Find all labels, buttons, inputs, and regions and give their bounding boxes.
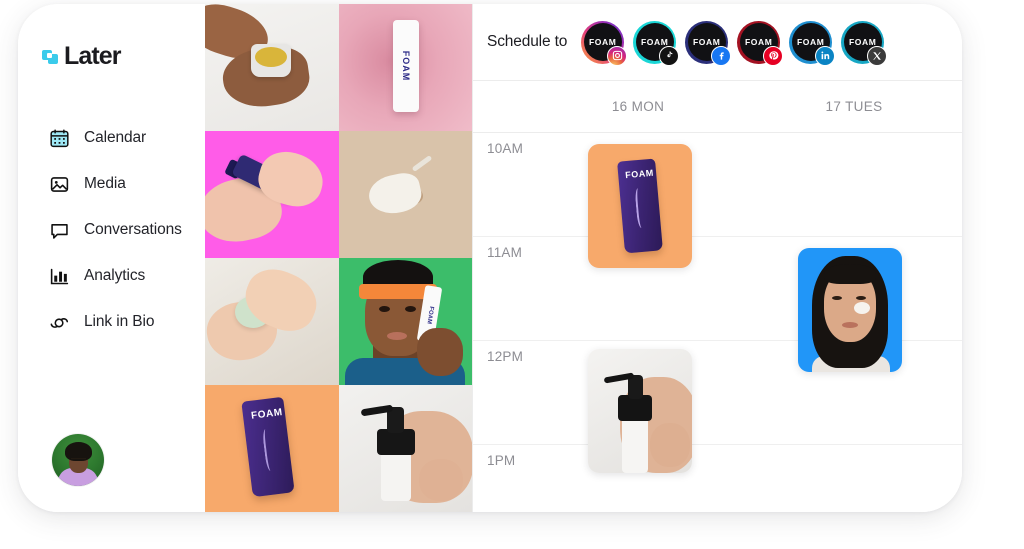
time-label: 12PM	[487, 349, 524, 364]
time-gutter-spacer	[473, 81, 530, 132]
media-tile[interactable]	[205, 4, 339, 131]
slot-cell-mon-10am[interactable]: FOAM	[530, 133, 746, 268]
account-tiktok[interactable]: FOAM	[633, 20, 680, 66]
account-name: FOAM	[641, 37, 669, 47]
schedule-to-label: Schedule to	[487, 33, 568, 50]
account-name: FOAM	[797, 37, 825, 47]
sidebar-nav: Calendar Media Conversations Analytics L…	[18, 115, 205, 345]
product-label: FOAM	[250, 406, 284, 422]
time-slot-row: 10AM FOAM	[473, 133, 962, 268]
account-linkedin[interactable]: FOAM	[789, 20, 836, 66]
sidebar-item-label: Analytics	[84, 267, 146, 284]
calendar-icon	[48, 127, 70, 149]
sidebar-item-label: Link in Bio	[84, 313, 155, 330]
sidebar-item-label: Media	[84, 175, 126, 192]
calendar-slots: 10AM FOAM 11AM 12PM 1PM	[473, 133, 962, 512]
media-tile[interactable]	[205, 131, 339, 258]
sidebar-item-link-in-bio[interactable]: Link in Bio	[18, 299, 205, 345]
sidebar-item-analytics[interactable]: Analytics	[18, 253, 205, 299]
time-label: 1PM	[487, 453, 516, 468]
media-tile[interactable]: FOAM	[338, 4, 472, 131]
slot-cell-tues-11am[interactable]	[746, 237, 962, 372]
account-facebook[interactable]: FOAM	[685, 20, 732, 66]
slot-cell-tues-12pm[interactable]	[746, 341, 962, 444]
linkedin-icon	[815, 45, 836, 66]
pinterest-icon	[763, 45, 784, 66]
calendar-panel: Schedule to FOAM FOAM FOAM FOAM FOAM FOA…	[472, 4, 962, 512]
account-name: FOAM	[745, 37, 773, 47]
avatar[interactable]	[52, 434, 104, 486]
account-pinterest[interactable]: FOAM	[737, 20, 784, 66]
slot-cell-mon-1pm[interactable]	[530, 445, 746, 512]
slot-cell-tues-1pm[interactable]	[746, 445, 962, 512]
account-name: FOAM	[693, 37, 721, 47]
media-tile[interactable]: FOAM	[338, 258, 472, 385]
day-header-mon[interactable]: 16 MON	[530, 81, 746, 132]
image-icon	[48, 173, 70, 195]
sidebar: Later Calendar Media Conversations Analy…	[18, 4, 205, 512]
sidebar-item-calendar[interactable]: Calendar	[18, 115, 205, 161]
sidebar-item-conversations[interactable]: Conversations	[18, 207, 205, 253]
sidebar-item-label: Conversations	[84, 221, 182, 238]
slot-cell-mon-12pm[interactable]	[530, 341, 746, 473]
tiktok-icon	[659, 45, 680, 66]
x-twitter-icon	[867, 45, 888, 66]
slot-cell-mon-11am[interactable]	[530, 237, 746, 340]
app-window: Later Calendar Media Conversations Analy…	[18, 4, 962, 512]
media-tile[interactable]: FOAM	[205, 385, 339, 512]
account-selector: FOAM FOAM FOAM FOAM FOAM FOAM	[581, 20, 888, 66]
product-label: FOAM	[400, 50, 411, 82]
link-icon	[48, 311, 70, 333]
time-slot-row: 11AM	[473, 237, 962, 372]
account-name: FOAM	[589, 37, 617, 47]
product-label: FOAM	[424, 305, 434, 325]
sidebar-item-label: Calendar	[84, 129, 147, 146]
schedule-to-bar: Schedule to FOAM FOAM FOAM FOAM FOAM FOA…	[473, 4, 962, 81]
media-tile[interactable]	[338, 385, 472, 512]
sidebar-item-media[interactable]: Media	[18, 161, 205, 207]
app-logo[interactable]: Later	[42, 42, 205, 71]
day-label: 17 TUES	[825, 99, 883, 114]
account-instagram[interactable]: FOAM	[581, 20, 628, 66]
media-grid: FOAM FOAM FOAM	[205, 4, 472, 512]
time-slot-row: 12PM	[473, 341, 962, 473]
media-tile[interactable]	[338, 131, 472, 258]
chat-bubble-icon	[48, 219, 70, 241]
day-headers: 16 MON 17 TUES	[473, 81, 962, 133]
brand-name: Later	[64, 42, 122, 70]
day-header-tues[interactable]: 17 TUES	[746, 81, 962, 132]
bar-chart-icon	[48, 265, 70, 287]
time-label: 10AM	[487, 141, 524, 156]
account-x[interactable]: FOAM	[841, 20, 888, 66]
facebook-icon	[711, 45, 732, 66]
instagram-icon	[607, 45, 628, 66]
later-logo-icon	[42, 48, 59, 65]
day-label: 16 MON	[611, 99, 665, 114]
time-slot-row: 1PM	[473, 445, 962, 512]
media-tile[interactable]	[205, 258, 339, 385]
time-label: 11AM	[487, 245, 523, 260]
product-label: FOAM	[624, 167, 655, 181]
slot-cell-tues-10am[interactable]	[746, 133, 962, 236]
account-name: FOAM	[849, 37, 877, 47]
